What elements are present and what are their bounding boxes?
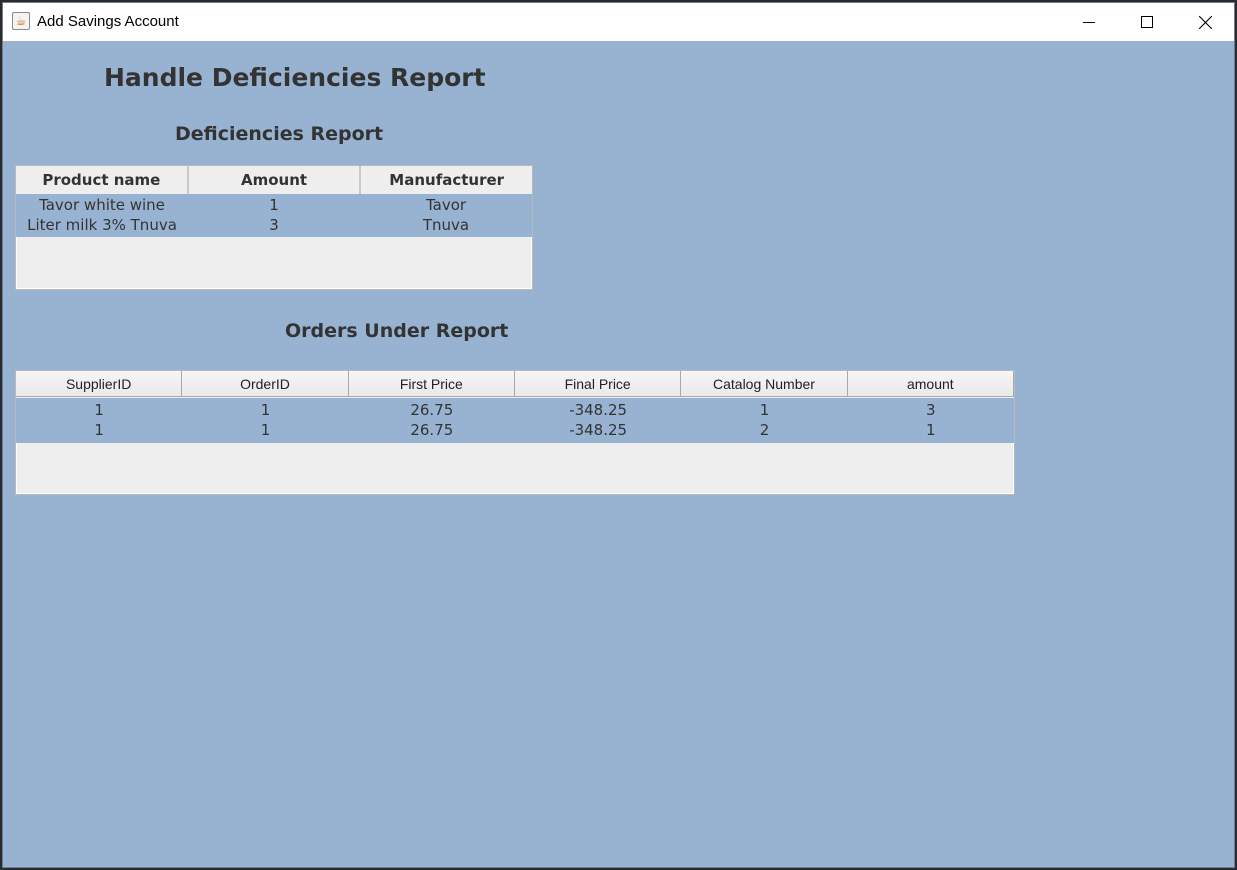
table-cell: 1 — [926, 421, 936, 439]
table-cell: Tavor — [425, 196, 467, 214]
column-header-product-name[interactable]: Product name — [16, 166, 187, 194]
maximize-icon — [1141, 16, 1153, 28]
app-window: ☕ Add Savings Account Handle Deficiencie… — [2, 2, 1235, 868]
column-header-amount[interactable]: Amount — [186, 166, 360, 194]
table-cell: 1 — [94, 401, 104, 419]
table-cell: 26.75 — [410, 421, 454, 439]
table-row[interactable]: 1 1 26.75 -348.25 1 3 — [16, 400, 1014, 420]
title-bar[interactable]: ☕ Add Savings Account — [3, 3, 1234, 41]
column-header-manufacturer[interactable]: Manufacturer — [359, 166, 532, 194]
minimize-button[interactable] — [1060, 3, 1118, 41]
orders-table-body: 1 1 26.75 -348.25 1 3 1 1 26.75 -348.25 … — [16, 397, 1014, 443]
deficiencies-table[interactable]: Product name Amount Manufacturer Tavor w… — [15, 165, 533, 290]
close-button[interactable] — [1176, 3, 1234, 41]
table-cell: 1 — [759, 401, 770, 419]
column-header-amount[interactable]: amount — [847, 371, 1014, 397]
table-cell: Liter milk 3% Tnuva — [27, 216, 177, 234]
table-cell: -348.25 — [569, 421, 628, 439]
java-cup-icon: ☕ — [12, 12, 30, 30]
page-title: Handle Deficiencies Report — [104, 63, 486, 92]
column-header-supplier-id[interactable]: SupplierID — [16, 371, 183, 397]
close-icon — [1198, 15, 1212, 29]
table-cell: 3 — [269, 216, 279, 234]
table-row[interactable]: 1 1 26.75 -348.25 2 1 — [16, 420, 1014, 440]
table-cell: 1 — [94, 421, 104, 439]
table-cell: 3 — [926, 401, 936, 419]
minimize-icon — [1083, 22, 1095, 23]
table-cell: Tavor white wine — [39, 196, 165, 214]
table-cell: 2 — [759, 421, 770, 439]
table-row[interactable]: Tavor white wine 1 Tavor — [16, 195, 532, 215]
table-cell: Tnuva — [422, 216, 470, 234]
table-cell: 1 — [269, 196, 279, 214]
deficiencies-table-body: Tavor white wine 1 Tavor Liter milk 3% T… — [16, 194, 532, 237]
column-header-first-price[interactable]: First Price — [348, 371, 515, 397]
orders-table[interactable]: SupplierID OrderID First Price Final Pri… — [15, 370, 1015, 495]
table-cell: 26.75 — [410, 401, 454, 419]
maximize-button[interactable] — [1118, 3, 1176, 41]
deficiencies-table-header: Product name Amount Manufacturer — [16, 166, 532, 194]
column-header-final-price[interactable]: Final Price — [514, 371, 682, 397]
content-panel: Handle Deficiencies Report Deficiencies … — [3, 41, 1234, 867]
deficiencies-heading: Deficiencies Report — [175, 123, 384, 145]
orders-heading: Orders Under Report — [285, 320, 509, 342]
column-header-catalog-number[interactable]: Catalog Number — [681, 371, 848, 397]
table-row[interactable]: Liter milk 3% Tnuva 3 Tnuva — [16, 215, 532, 235]
column-header-order-id[interactable]: OrderID — [182, 371, 349, 397]
window-title: Add Savings Account — [37, 13, 179, 30]
table-cell: 1 — [260, 401, 271, 419]
table-cell: -348.25 — [569, 401, 628, 419]
orders-table-header: SupplierID OrderID First Price Final Pri… — [16, 371, 1014, 397]
table-cell: 1 — [260, 421, 271, 439]
